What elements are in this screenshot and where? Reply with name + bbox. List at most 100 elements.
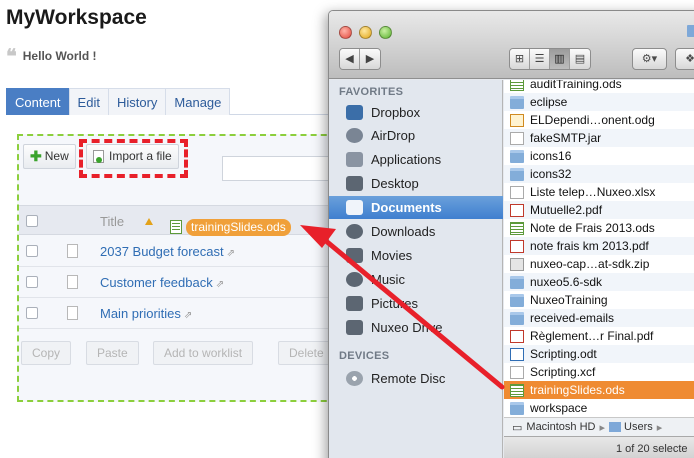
document-icon [67, 275, 78, 289]
finder-titlebar: D ◀ ▶ ⊞ ☰ ▥ ▤ ⚙▾ ❖ [329, 11, 694, 79]
file-list-item[interactable]: note frais km 2013.pdf [504, 237, 694, 255]
file-list-item[interactable]: Règlement…r Final.pdf [504, 327, 694, 345]
description-text: Hello World ! [22, 49, 97, 63]
table-row[interactable]: Customer feedback ⇗ [19, 267, 349, 298]
spreadsheet-icon [510, 383, 524, 397]
document-icon [510, 131, 524, 145]
remote-disc-icon [346, 371, 363, 386]
document-icon [510, 185, 524, 199]
coverflow-view-button[interactable]: ▤ [570, 49, 590, 69]
sort-ascending-icon[interactable] [145, 218, 153, 225]
archive-icon [510, 257, 524, 271]
file-list-item[interactable]: Liste telep…Nuxeo.xlsx [504, 183, 694, 201]
folder-icon [346, 320, 363, 335]
sidebar-item-movies[interactable]: Movies [329, 244, 503, 267]
file-list-item[interactable]: icons16▶ [504, 147, 694, 165]
sidebar-item-music[interactable]: Music [329, 268, 503, 291]
forward-button[interactable]: ▶ [360, 49, 380, 69]
file-list-item[interactable]: auditTraining.ods [504, 80, 694, 93]
path-separator-icon: ▸ [599, 421, 606, 434]
tab-history[interactable]: History [107, 88, 167, 115]
row-title-link[interactable]: Main priorities ⇗ [100, 306, 192, 321]
icon-view-button[interactable]: ⊞ [510, 49, 530, 69]
devices-header: DEVICES [339, 350, 390, 362]
add-to-worklist-button[interactable]: Add to worklist [153, 341, 254, 365]
row-title-link[interactable]: Customer feedback ⇗ [100, 275, 224, 290]
file-list-item[interactable]: icons32▶ [504, 165, 694, 183]
dragged-file[interactable]: trainingSlides.ods [170, 218, 291, 236]
status-bar: 1 of 20 selecte [504, 436, 694, 458]
copy-button[interactable]: Copy [21, 341, 72, 365]
file-list-item[interactable]: Scripting.odt [504, 345, 694, 363]
file-list-item[interactable]: fakeSMTP.jar [504, 129, 694, 147]
hard-drive-icon: ▭ [512, 421, 523, 434]
paste-button[interactable]: Paste [86, 341, 139, 365]
file-list-item[interactable]: nuxeo5.6-sdk▶ [504, 273, 694, 291]
table-row[interactable]: 2037 Budget forecast ⇗ [19, 236, 349, 267]
file-list-item[interactable]: Scripting.xcf [504, 363, 694, 381]
row-title-link[interactable]: 2037 Budget forecast ⇗ [100, 244, 235, 259]
tab-edit[interactable]: Edit [68, 88, 109, 115]
finder-sidebar: FAVORITES Dropbox AirDrop Applications D… [329, 80, 503, 458]
tab-manage[interactable]: Manage [165, 88, 231, 115]
selection-status: 1 of 20 selecte [616, 443, 688, 455]
document-icon [67, 244, 78, 258]
pdf-icon [510, 329, 524, 343]
file-list-item[interactable]: nuxeo-cap…at-sdk.zip [504, 255, 694, 273]
path-separator-icon: ▸ [656, 421, 663, 434]
sidebar-item-remote-disc[interactable]: Remote Disc [329, 367, 503, 390]
new-button-label: New [44, 149, 69, 163]
sidebar-item-downloads[interactable]: Downloads [329, 220, 503, 243]
quote-icon: ❝ [6, 44, 17, 68]
sidebar-item-pictures[interactable]: Pictures [329, 292, 503, 315]
file-list-item[interactable]: ELDependi…onent.odg [504, 111, 694, 129]
file-list-item[interactable]: NuxeoTraining▶ [504, 291, 694, 309]
text-document-icon [510, 347, 524, 361]
table-row[interactable]: Main priorities ⇗ [19, 298, 349, 329]
gear-icon: ⚙▾ [641, 53, 658, 65]
file-list-item[interactable]: Note de Frais 2013.ods [504, 219, 694, 237]
title-column-header[interactable]: Title [100, 214, 124, 229]
close-button[interactable] [339, 26, 352, 39]
file-list-item[interactable]: Mutuelle2.pdf [504, 201, 694, 219]
action-menu-button[interactable]: ⚙▾ [632, 48, 667, 70]
path-item[interactable]: Macintosh HD [526, 421, 595, 433]
path-item[interactable]: Users [624, 421, 653, 433]
zoom-button[interactable] [379, 26, 392, 39]
folder-icon [510, 293, 524, 307]
list-view-button[interactable]: ☰ [530, 49, 550, 69]
select-all-checkbox[interactable] [26, 215, 38, 227]
file-list-item[interactable]: trainingSlides.ods [504, 381, 694, 399]
sidebar-item-documents[interactable]: Documents [329, 196, 503, 219]
file-name: workspace [530, 401, 588, 415]
tab-content[interactable]: Content [6, 88, 70, 115]
external-link-icon: ⇗ [226, 248, 235, 259]
new-button[interactable]: ✚ New [23, 144, 76, 169]
sidebar-item-dropbox[interactable]: Dropbox [329, 101, 503, 124]
sidebar-item-desktop[interactable]: Desktop [329, 172, 503, 195]
downloads-icon [346, 224, 363, 239]
sidebar-item-airdrop[interactable]: AirDrop [329, 124, 503, 147]
back-button[interactable]: ◀ [340, 49, 360, 69]
file-name: trainingSlides.ods [530, 383, 625, 397]
file-name: nuxeo5.6-sdk [530, 275, 603, 289]
dropbox-toolbar-button[interactable]: ❖ [675, 48, 694, 70]
file-name: Mutuelle2.pdf [530, 203, 603, 217]
row-checkbox[interactable] [26, 245, 38, 257]
sidebar-item-applications[interactable]: Applications [329, 148, 503, 171]
delete-button[interactable]: Delete [278, 341, 335, 365]
column-view-button[interactable]: ▥ [550, 49, 570, 69]
music-icon [346, 272, 363, 287]
desktop-icon [346, 176, 363, 191]
minimize-button[interactable] [359, 26, 372, 39]
row-checkbox[interactable] [26, 307, 38, 319]
external-link-icon: ⇗ [183, 310, 193, 321]
dropbox-icon [346, 105, 363, 120]
file-list-item[interactable]: eclipse▶ [504, 93, 694, 111]
file-list-item[interactable]: received-emails▶ [504, 309, 694, 327]
file-list-item[interactable]: workspace▶ [504, 399, 694, 417]
sidebar-item-nuxeo-drive[interactable]: Nuxeo Drive [329, 316, 503, 339]
movies-icon [346, 248, 363, 263]
row-checkbox[interactable] [26, 276, 38, 288]
spreadsheet-icon [510, 80, 524, 91]
